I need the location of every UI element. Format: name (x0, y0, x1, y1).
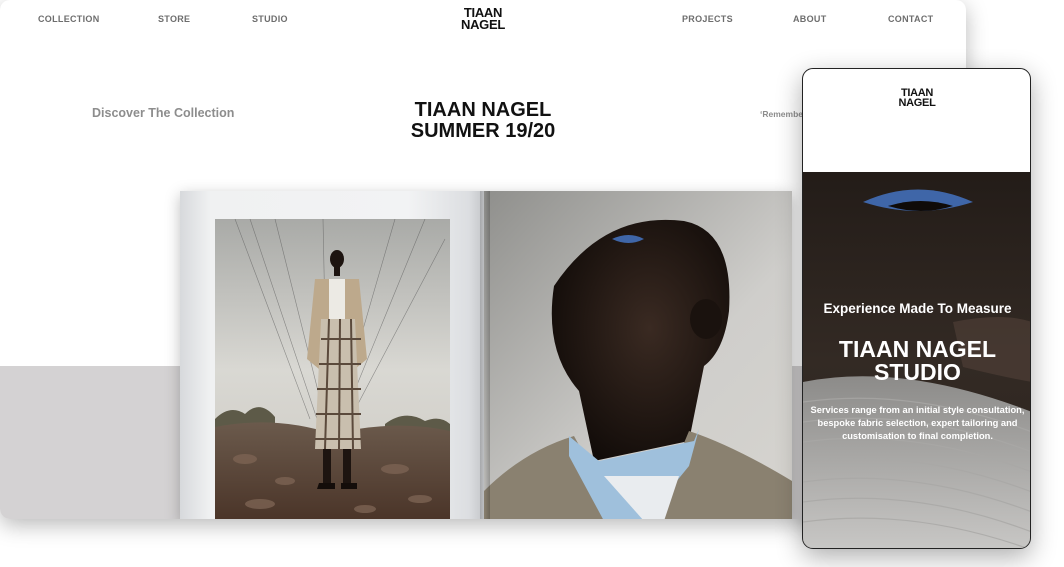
mobile-eyebrow-heading: Experience Made To Measure (823, 301, 1012, 316)
hero-title: TIAAN NAGEL SUMMER 19/20 (380, 100, 586, 141)
nav-projects[interactable]: PROJECTS (682, 14, 733, 24)
hero-title-line2: SUMMER 19/20 (410, 119, 556, 142)
mobile-hero-description: Services range from an initial style con… (810, 405, 1025, 442)
portrait-model-illustration (484, 191, 792, 519)
mobile-brand-logo[interactable]: TIAAN NAGEL (893, 87, 941, 110)
discover-collection-link[interactable]: Discover The Collection (92, 106, 234, 120)
model-standing-landscape-image (215, 219, 450, 519)
nav-store[interactable]: STORE (158, 14, 190, 24)
nav-studio[interactable]: STUDIO (252, 14, 288, 24)
mobile-hero-image: Experience Made To Measure TIAAN NAGEL S… (803, 172, 1030, 548)
nav-about[interactable]: ABOUT (793, 14, 827, 24)
open-magazine (180, 191, 792, 519)
hero-title-line1: TIAAN NAGEL (414, 99, 552, 121)
mobile-device-frame: TIAAN NAGEL Experience Made To Measure T… (802, 68, 1031, 549)
magazine-left-page (180, 191, 484, 519)
mobile-hero-title: TIAAN NAGEL STUDIO (803, 336, 1030, 385)
top-nav: COLLECTION STORE STUDIO TIAAN NAGEL PROJ… (0, 0, 966, 38)
quote-snippet: ‘Remember (760, 109, 807, 119)
standing-model-illustration (215, 219, 450, 519)
mobile-hero-title-line2: STUDIO (874, 358, 961, 385)
nav-collection[interactable]: COLLECTION (38, 14, 100, 24)
nav-contact[interactable]: CONTACT (888, 14, 933, 24)
magazine-right-page (484, 191, 792, 519)
brand-logo-line2: NAGEL (460, 17, 505, 33)
brand-logo[interactable]: TIAAN NAGEL (455, 6, 511, 33)
magazine-spine (480, 191, 490, 519)
mobile-hero-title-line1: TIAAN NAGEL (838, 336, 997, 362)
mobile-brand-logo-line2: NAGEL (898, 97, 936, 110)
